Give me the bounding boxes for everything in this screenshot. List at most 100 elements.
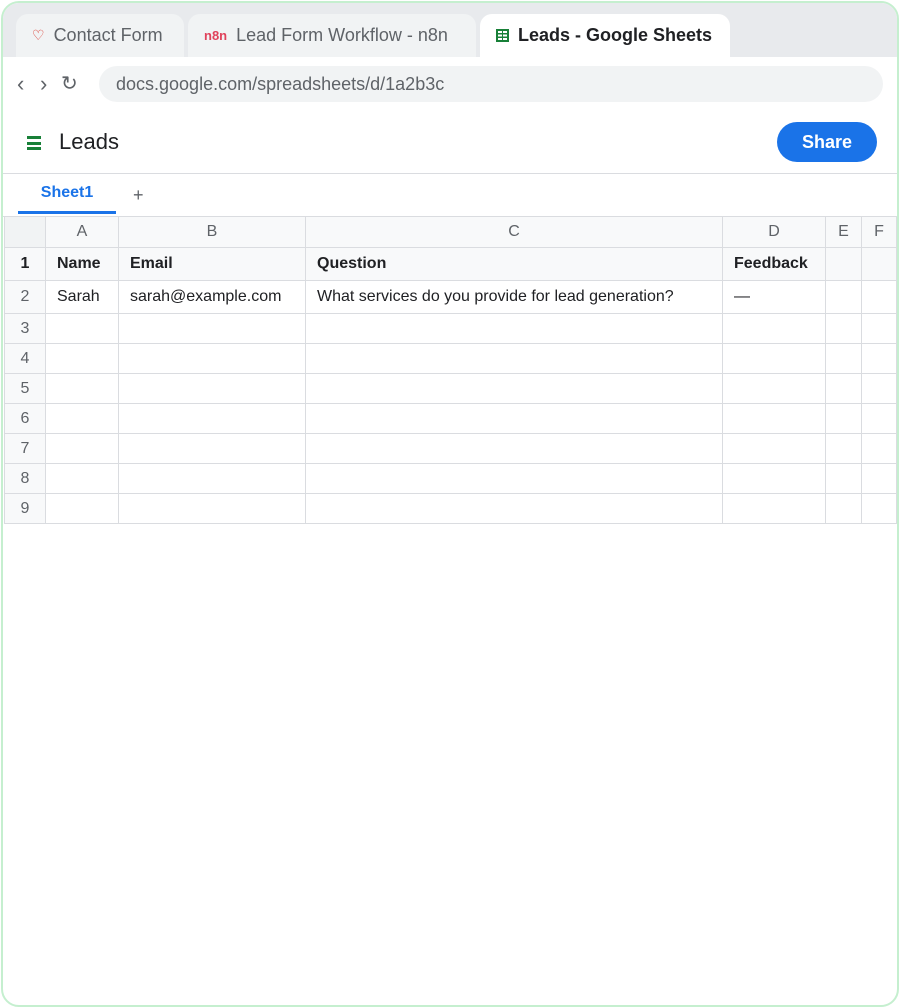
forward-icon[interactable]: ›: [40, 71, 47, 97]
select-all-corner[interactable]: [4, 216, 46, 248]
cell[interactable]: [722, 403, 826, 434]
cell[interactable]: [861, 313, 897, 344]
cell[interactable]: [722, 373, 826, 404]
cell[interactable]: [45, 493, 119, 524]
cell[interactable]: [118, 403, 306, 434]
n8n-logo-icon: n8n: [204, 28, 228, 43]
share-button[interactable]: Share: [777, 122, 877, 162]
cell[interactable]: [305, 433, 723, 464]
cell[interactable]: [861, 403, 897, 434]
cell[interactable]: [722, 343, 826, 374]
sheets-icon: [496, 29, 509, 42]
column-header-f[interactable]: F: [861, 216, 897, 248]
column-header-row: A B C D E F: [4, 216, 897, 248]
table-row: 2 Sarah sarah@example.com What services …: [4, 280, 897, 314]
cell[interactable]: [305, 373, 723, 404]
row-header[interactable]: 6: [4, 403, 46, 434]
cell[interactable]: [305, 403, 723, 434]
cell[interactable]: [305, 493, 723, 524]
reload-icon[interactable]: ↻: [61, 71, 78, 97]
cell[interactable]: [118, 313, 306, 344]
table-row: 4: [4, 343, 897, 374]
cell[interactable]: [722, 463, 826, 494]
address-bar-row: ‹ › ↻ docs.google.com/spreadsheets/d/1a2…: [3, 57, 897, 113]
sheet-tabs: Sheet1 +: [3, 174, 897, 217]
cell[interactable]: [825, 313, 862, 344]
cell[interactable]: [825, 433, 862, 464]
row-header[interactable]: 9: [4, 493, 46, 524]
document-title[interactable]: Leads: [59, 129, 119, 155]
cell[interactable]: [825, 403, 862, 434]
tab-contact-form[interactable]: ♡ Contact Form: [16, 14, 184, 57]
column-header-e[interactable]: E: [825, 216, 862, 248]
cell[interactable]: [45, 433, 119, 464]
cell[interactable]: [861, 343, 897, 374]
row-header[interactable]: 2: [4, 280, 46, 314]
url-bar[interactable]: docs.google.com/spreadsheets/d/1a2b3c: [99, 66, 883, 102]
cell[interactable]: [118, 493, 306, 524]
cell[interactable]: [305, 343, 723, 374]
menu-icon[interactable]: [27, 136, 41, 150]
cell[interactable]: [861, 433, 897, 464]
column-header-b[interactable]: B: [118, 216, 306, 248]
column-header-a[interactable]: A: [45, 216, 119, 248]
cell-d1[interactable]: Feedback: [722, 247, 826, 281]
cell[interactable]: [825, 373, 862, 404]
cell[interactable]: [45, 403, 119, 434]
cell[interactable]: [722, 493, 826, 524]
cell[interactable]: [861, 493, 897, 524]
cell-f2[interactable]: [861, 280, 897, 314]
column-header-d[interactable]: D: [722, 216, 826, 248]
cell-f1[interactable]: [861, 247, 897, 281]
row-header[interactable]: 7: [4, 433, 46, 464]
cell-c1[interactable]: Question: [305, 247, 723, 281]
cell[interactable]: [825, 493, 862, 524]
tab-label: Lead Form Workflow - n8n: [236, 25, 448, 45]
table-row: 3: [4, 313, 897, 344]
cell[interactable]: [45, 343, 119, 374]
column-header-c[interactable]: C: [305, 216, 723, 248]
tab-label: Contact Form: [53, 25, 163, 45]
cell[interactable]: [825, 343, 862, 374]
cell[interactable]: [305, 313, 723, 344]
tab-n8n-workflow[interactable]: n8n Lead Form Workflow - n8n: [188, 14, 476, 57]
cell-b1[interactable]: Email: [118, 247, 306, 281]
cell-c2[interactable]: What services do you provide for lead ge…: [305, 280, 723, 314]
table-row: 5: [4, 373, 897, 404]
cell[interactable]: [118, 463, 306, 494]
cell-a2[interactable]: Sarah: [45, 280, 119, 314]
cell[interactable]: [861, 373, 897, 404]
sheet-tab-sheet1[interactable]: Sheet1: [18, 174, 116, 214]
url-text: docs.google.com/spreadsheets/d/1a2b3c: [116, 73, 445, 94]
cell[interactable]: [722, 313, 826, 344]
row-header[interactable]: 4: [4, 343, 46, 374]
cell-b2[interactable]: sarah@example.com: [118, 280, 306, 314]
back-icon[interactable]: ‹: [17, 71, 24, 97]
cell[interactable]: [118, 343, 306, 374]
browser-window: ♡ Contact Form n8n Lead Form Workflow - …: [1, 1, 899, 1007]
cell[interactable]: [825, 463, 862, 494]
cell-e2[interactable]: [825, 280, 862, 314]
table-row: 6: [4, 403, 897, 434]
tab-google-sheets[interactable]: Leads - Google Sheets: [480, 14, 730, 57]
cell[interactable]: [305, 463, 723, 494]
cell[interactable]: [118, 433, 306, 464]
cell[interactable]: [118, 373, 306, 404]
cell[interactable]: [45, 373, 119, 404]
cell[interactable]: [722, 433, 826, 464]
cell-e1[interactable]: [825, 247, 862, 281]
row-header[interactable]: 1: [4, 247, 46, 281]
row-header[interactable]: 8: [4, 463, 46, 494]
row-header[interactable]: 5: [4, 373, 46, 404]
cell[interactable]: [45, 313, 119, 344]
table-row: 7: [4, 433, 897, 464]
cell[interactable]: [861, 463, 897, 494]
cell-a1[interactable]: Name: [45, 247, 119, 281]
cell-d2[interactable]: —: [722, 280, 826, 314]
add-sheet-icon[interactable]: +: [133, 185, 144, 206]
table-row: 8: [4, 463, 897, 494]
row-header[interactable]: 3: [4, 313, 46, 344]
tab-label: Leads - Google Sheets: [518, 25, 713, 45]
cell[interactable]: [45, 463, 119, 494]
sheets-header: Leads Share: [3, 113, 897, 174]
